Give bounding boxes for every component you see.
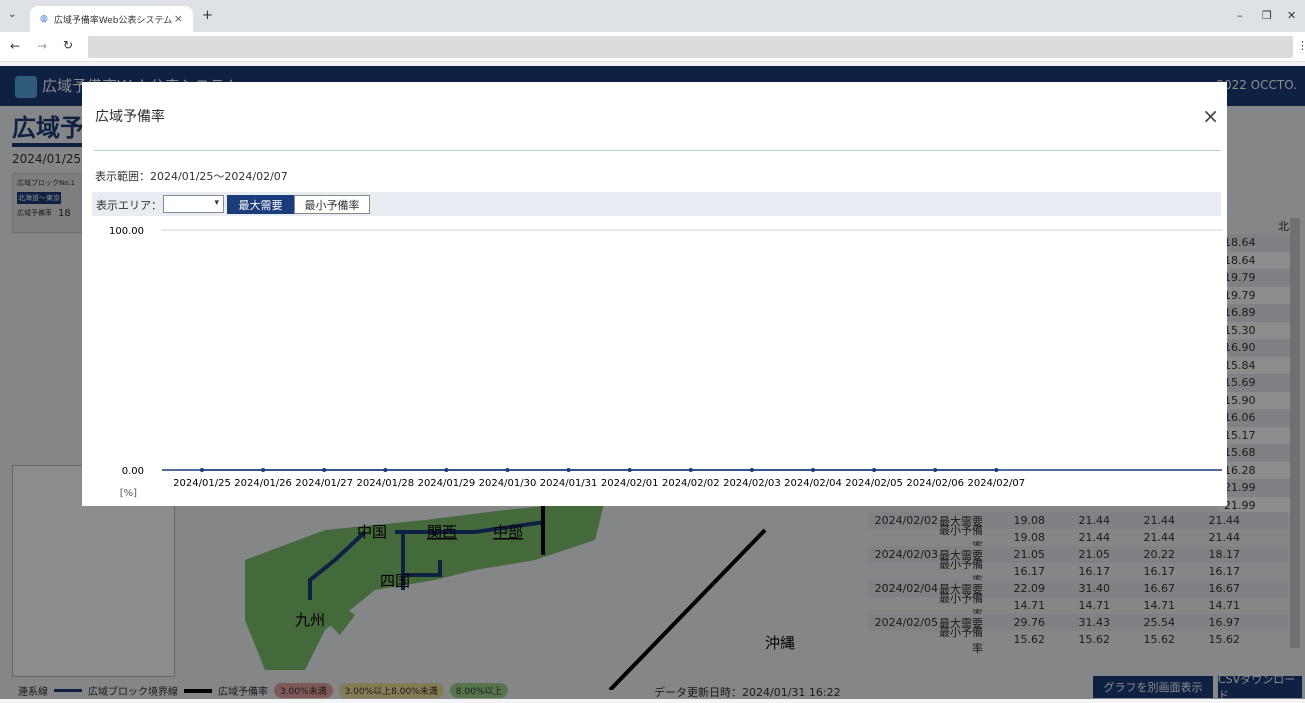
tab-close-icon[interactable]: × [174, 12, 183, 25]
browser-menu-icon[interactable]: ⋮ [1297, 39, 1305, 52]
x-tick-label: 2024/01/26 [234, 478, 292, 489]
data-point[interactable] [505, 468, 510, 472]
x-tick-label: 2024/02/02 [662, 478, 720, 489]
tab-title: 広域予備率Web公表システム [53, 15, 173, 26]
x-tick-label: 2024/01/29 [418, 478, 476, 489]
y-tick-label: 100.00 [109, 226, 144, 237]
close-icon[interactable]: × [1202, 104, 1219, 128]
x-tick-label: 2024/02/01 [601, 478, 659, 489]
data-point[interactable] [444, 468, 449, 472]
back-arrow-icon[interactable]: ← [10, 39, 20, 53]
x-tick-label: 2024/01/28 [356, 478, 414, 489]
x-tick-label: 2024/02/05 [845, 478, 903, 489]
data-point[interactable] [749, 468, 754, 472]
url-field[interactable] [88, 36, 1293, 58]
data-point[interactable] [994, 468, 999, 472]
browser-tab[interactable]: ◍ 広域予備率Web公表システム × [30, 6, 193, 32]
tab-min-reserve[interactable]: 最小予備率 [294, 195, 370, 214]
x-tick-label: 2024/02/04 [784, 478, 842, 489]
x-tick-label: 2024/01/25 [173, 478, 231, 489]
forward-arrow-icon[interactable]: → [37, 39, 47, 53]
data-point[interactable] [566, 468, 571, 472]
x-tick-label: 2024/01/30 [479, 478, 537, 489]
close-window-button[interactable]: ✕ [1287, 9, 1296, 22]
x-tick-label: 2024/01/27 [295, 478, 353, 489]
data-point[interactable] [627, 468, 632, 472]
modal-divider [94, 150, 1221, 151]
new-tab-button[interactable]: + [202, 8, 213, 23]
data-point[interactable] [322, 468, 327, 472]
data-point[interactable] [933, 468, 938, 472]
data-point[interactable] [261, 468, 266, 472]
y-tick-label: 0.00 [122, 466, 144, 477]
restore-button[interactable]: ❐ [1262, 9, 1272, 22]
site-favicon-icon: ◍ [40, 14, 48, 24]
x-tick-label: 2024/01/31 [540, 478, 598, 489]
y-unit-label: [%] [120, 488, 137, 499]
address-bar: ← → ↻ ⋮ [0, 32, 1305, 62]
minimize-button[interactable]: – [1237, 9, 1243, 22]
tab-list-chevron-icon[interactable]: ⌄ [8, 9, 16, 20]
modal-title: 広域予備率 [95, 109, 165, 125]
data-point[interactable] [872, 468, 877, 472]
display-range: 表示範囲：2024/01/25〜2024/02/07 [95, 170, 288, 183]
area-label: 表示エリア： [96, 199, 162, 212]
reload-icon[interactable]: ↻ [63, 38, 73, 52]
x-tick-label: 2024/02/06 [906, 478, 964, 489]
data-point[interactable] [811, 468, 815, 472]
data-point[interactable] [688, 468, 693, 472]
chevron-down-icon: ▾ [214, 198, 219, 208]
browser-tabbar: ⌄ ◍ 広域予備率Web公表システム × + – ❐ ✕ [0, 0, 1305, 32]
x-tick-label: 2024/02/07 [967, 478, 1025, 489]
data-point[interactable] [383, 468, 388, 472]
area-select[interactable]: ▾ [163, 195, 224, 213]
tab-max-demand[interactable]: 最大需要 [227, 195, 294, 214]
x-tick-label: 2024/02/03 [723, 478, 781, 489]
reserve-chart: 100.000.00[%]2024/01/25 2024/01/26 2024/01… [109, 226, 1222, 499]
data-point[interactable] [200, 468, 204, 472]
reserve-rate-modal: 広域予備率 × 表示範囲：2024/01/25〜2024/02/07 表示エリア… [82, 82, 1227, 506]
modal-toolbar: 表示エリア： ▾ 最大需要 最小予備率 [92, 192, 1221, 216]
